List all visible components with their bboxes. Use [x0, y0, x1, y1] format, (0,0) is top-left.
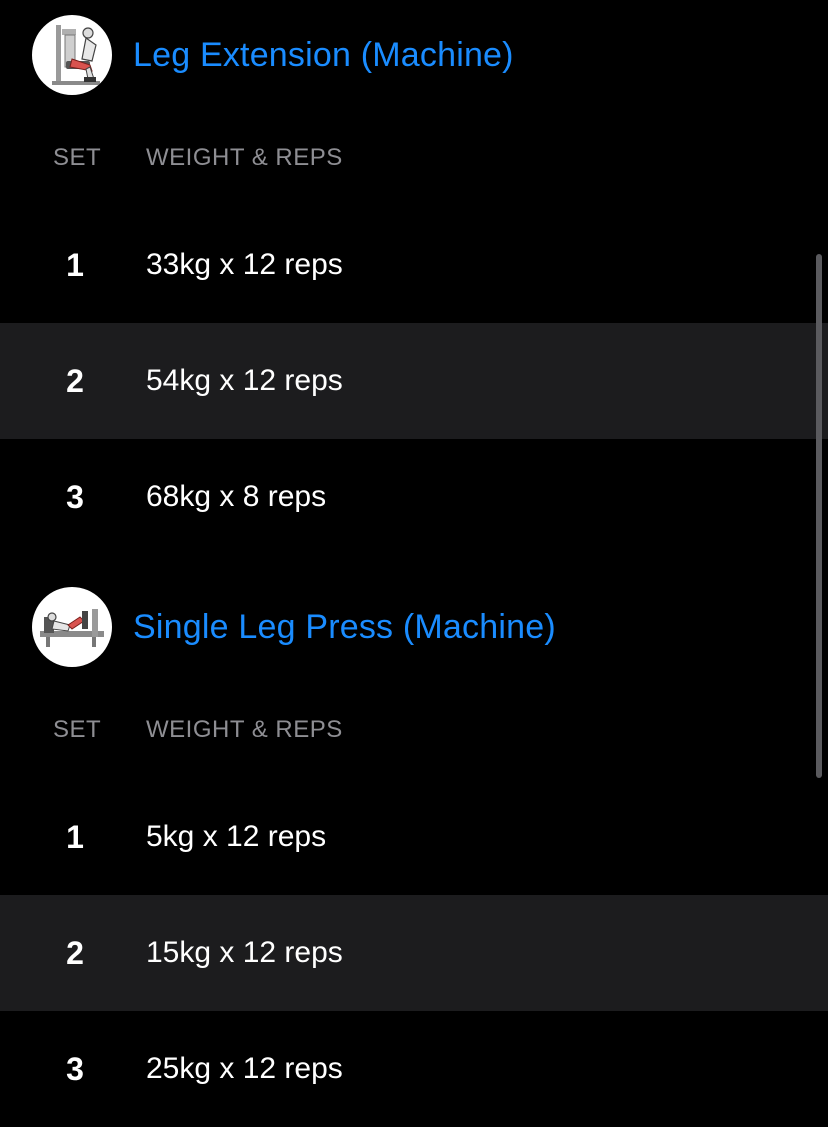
exercise-header[interactable]: Single Leg Press (Machine) [32, 587, 556, 667]
set-number: 1 [66, 247, 84, 283]
column-headers: SET WEIGHT & REPS [0, 144, 828, 176]
set-row: 2 15kg x 12 reps [0, 895, 828, 1011]
weight-reps-column-header: WEIGHT & REPS [146, 716, 343, 743]
set-column-header: SET [53, 144, 102, 171]
set-weight-reps: 25kg x 12 reps [146, 1052, 343, 1085]
leg-extension-machine-icon [32, 15, 112, 95]
column-headers: SET WEIGHT & REPS [0, 716, 828, 748]
set-row: 3 25kg x 12 reps [0, 1011, 828, 1119]
leg-press-machine-icon [32, 587, 112, 667]
set-column-header: SET [53, 716, 102, 743]
exercise-header[interactable]: Leg Extension (Machine) [32, 15, 514, 95]
set-weight-reps: 15kg x 12 reps [146, 936, 343, 969]
set-number: 3 [66, 479, 84, 515]
set-number: 2 [66, 363, 84, 399]
set-weight-reps: 33kg x 12 reps [146, 248, 343, 281]
set-number: 1 [66, 819, 84, 855]
exercise-title[interactable]: Single Leg Press (Machine) [133, 608, 556, 647]
weight-reps-column-header: WEIGHT & REPS [146, 144, 343, 171]
set-weight-reps: 5kg x 12 reps [146, 820, 327, 853]
set-row: 2 54kg x 12 reps [0, 323, 828, 439]
set-number: 3 [66, 1051, 84, 1087]
set-row: 1 33kg x 12 reps [0, 207, 828, 323]
set-number: 2 [66, 935, 84, 971]
set-weight-reps: 54kg x 12 reps [146, 364, 343, 397]
scrollbar[interactable] [816, 254, 822, 778]
exercise-title[interactable]: Leg Extension (Machine) [133, 36, 514, 75]
set-row: 3 68kg x 8 reps [0, 439, 828, 555]
set-row: 1 5kg x 12 reps [0, 779, 828, 895]
set-weight-reps: 68kg x 8 reps [146, 480, 327, 513]
